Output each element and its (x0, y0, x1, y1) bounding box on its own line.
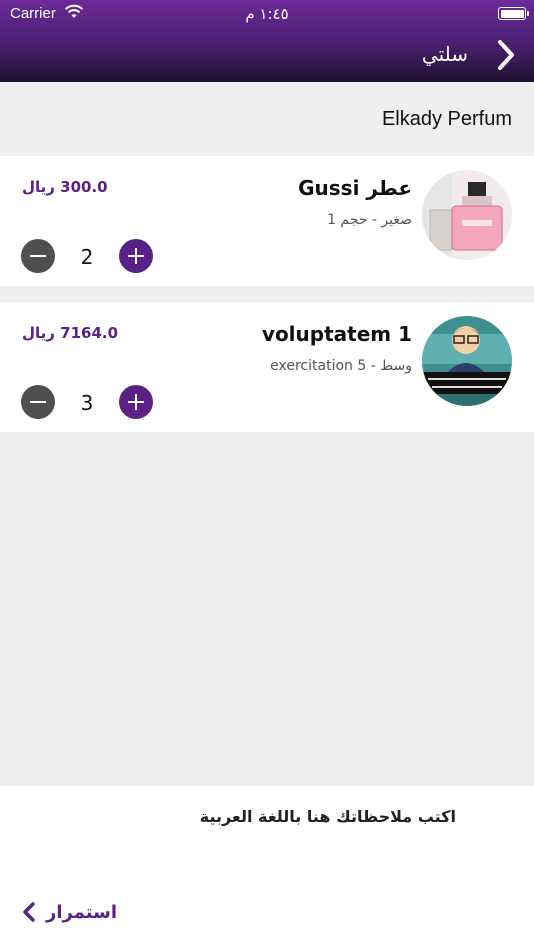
notes-section: استمرار (0, 786, 534, 950)
clock: ١:٤٥ م (245, 5, 289, 23)
item-price: 300.0 ريال (22, 178, 108, 196)
page-title: سلتي (421, 42, 468, 66)
product-thumbnail (422, 316, 512, 406)
item-name: عطر Gussi (298, 176, 412, 200)
item-name: voluptatem 1 (261, 322, 412, 346)
navigation-header: Carrier ١:٤٥ م سلتي (0, 0, 534, 82)
item-variant: صغير - حجم 1 (327, 212, 412, 228)
continue-button[interactable]: استمرار (22, 898, 117, 926)
increase-quantity-button[interactable] (119, 385, 153, 419)
back-button[interactable] (494, 38, 520, 72)
businessman-icon (422, 316, 512, 406)
quantity-value: 3 (80, 391, 94, 415)
decrease-quantity-button[interactable] (21, 239, 55, 273)
continue-label: استمرار (46, 901, 118, 923)
status-bar: Carrier ١:٤٥ م (0, 0, 534, 28)
product-thumbnail (422, 170, 512, 260)
store-header: Elkady Perfum (0, 82, 534, 156)
chevron-right-icon (498, 40, 514, 70)
item-variant: وسط - exercitation 5 (270, 358, 412, 374)
cart-item: voluptatem 1 وسط - exercitation 5 7164.0… (0, 302, 534, 432)
perfume-bottle-icon (422, 170, 512, 260)
chevron-left-icon (23, 902, 35, 922)
decrease-quantity-button[interactable] (21, 385, 55, 419)
notes-input[interactable] (54, 802, 458, 830)
item-price: 7164.0 ريال (22, 324, 119, 342)
store-name: Elkady Perfum (381, 108, 512, 130)
increase-quantity-button[interactable] (119, 239, 153, 273)
cart-item: عطر Gussi صغير - حجم 1 300.0 ريال 2 (0, 156, 534, 286)
quantity-value: 2 (80, 245, 94, 269)
battery-icon (498, 7, 529, 20)
